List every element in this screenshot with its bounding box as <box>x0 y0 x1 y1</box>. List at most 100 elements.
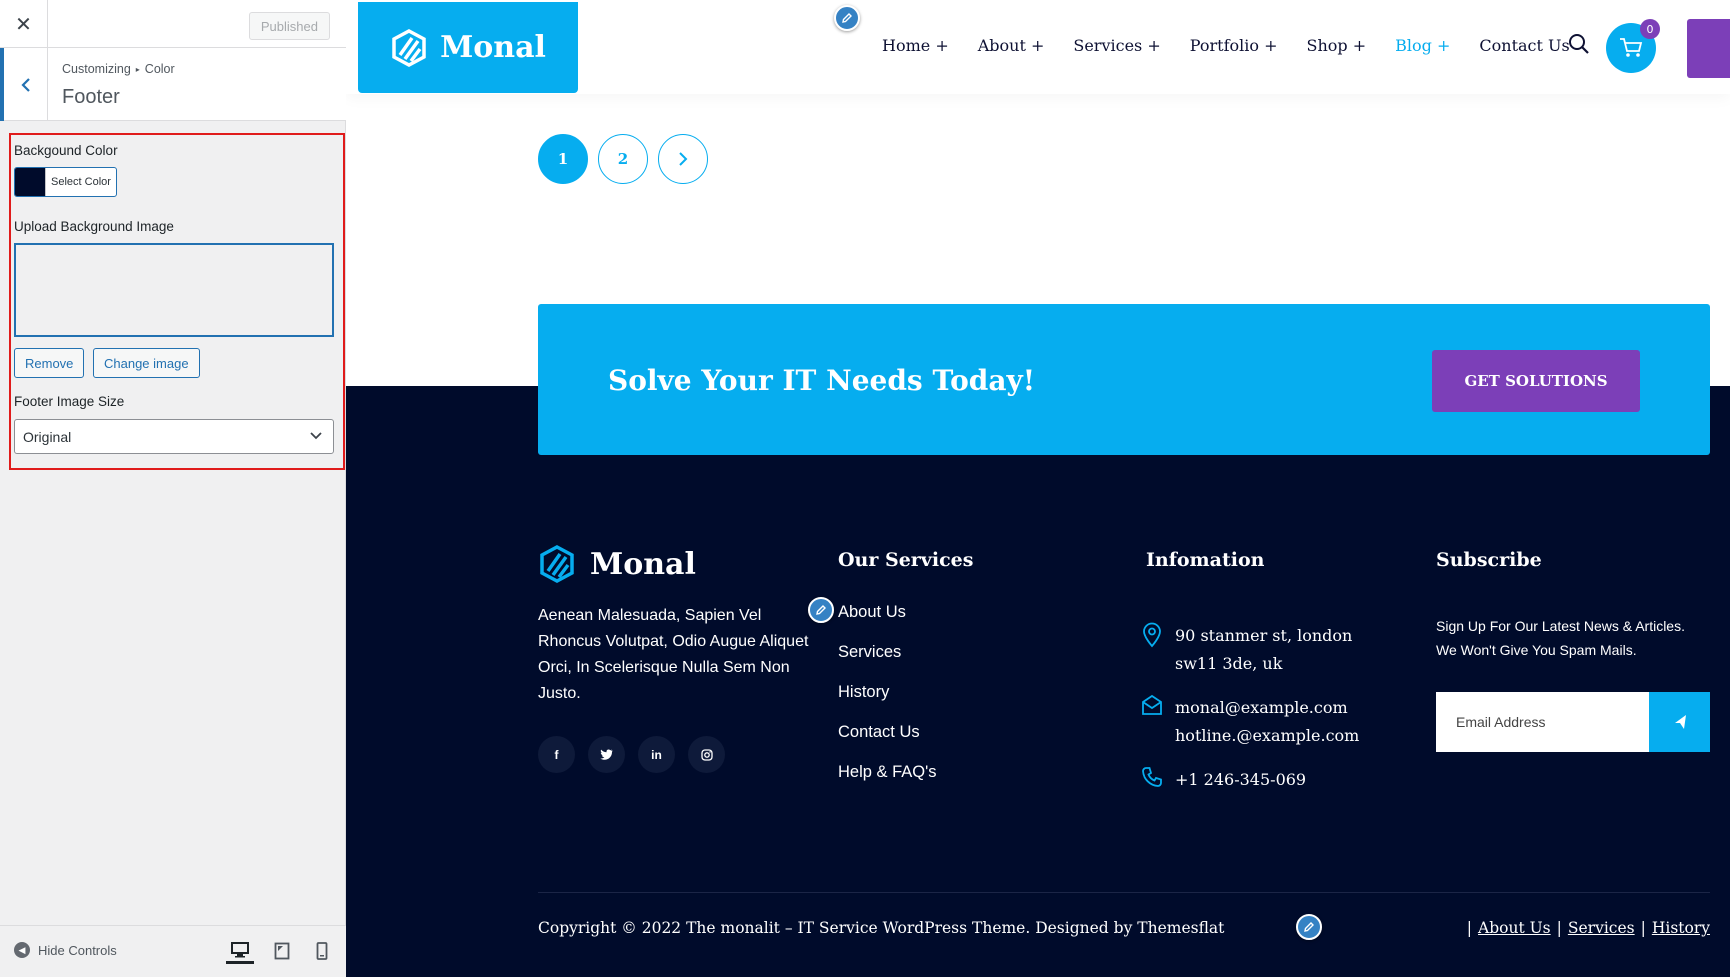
breadcrumb: Customizing ▸ Color <box>62 62 175 76</box>
cta-banner: Solve Your IT Needs Today! GET SOLUTIONS <box>538 304 1710 455</box>
footer-link-help-faq[interactable]: Help & FAQ's <box>838 763 937 803</box>
nav-item-about[interactable]: About + <box>978 36 1045 55</box>
footer-image-size-select[interactable]: Original <box>14 419 334 454</box>
subscribe-heading: Subscribe <box>1436 549 1542 571</box>
services-heading: Our Services <box>838 549 974 571</box>
footer-divider <box>538 892 1710 893</box>
subscribe-email-input[interactable] <box>1436 692 1649 752</box>
address-row: 90 stanmer st, london sw11 3de, uk <box>1141 622 1352 678</box>
edit-pencil-icon[interactable] <box>834 5 860 31</box>
mobile-preview-icon[interactable] <box>308 938 336 964</box>
footer-link-history[interactable]: History <box>838 683 937 723</box>
desktop-preview-icon[interactable] <box>226 938 254 964</box>
breadcrumb-parent: Customizing <box>62 62 131 76</box>
page-button-2[interactable]: 2 <box>598 134 648 184</box>
pagination: 1 2 <box>538 134 708 184</box>
nav-item-blog[interactable]: Blog + <box>1395 36 1450 55</box>
email-2[interactable]: hotline.@example.com <box>1175 722 1359 750</box>
breadcrumb-section: Color <box>144 62 175 76</box>
logo-mark-icon <box>392 28 426 67</box>
search-icon[interactable] <box>1568 33 1590 55</box>
get-solutions-button[interactable]: GET SOLUTIONS <box>1432 350 1640 412</box>
bottom-link-history[interactable]: History <box>1652 919 1710 937</box>
address-line-2: sw11 3de, uk <box>1175 654 1283 673</box>
twitter-icon[interactable] <box>588 736 625 773</box>
footer-controls-panel: Backgound Color Select Color Upload Back… <box>9 133 345 470</box>
chevron-down-icon <box>310 432 322 440</box>
footer-link-services[interactable]: Services <box>838 643 937 683</box>
nav-item-shop[interactable]: Shop + <box>1307 36 1367 55</box>
bottom-link-services[interactable]: Services <box>1568 919 1635 937</box>
change-image-button[interactable]: Change image <box>93 348 200 378</box>
cart-count-badge: 0 <box>1640 19 1660 39</box>
select-color-label: Select Color <box>45 168 116 196</box>
facebook-icon[interactable]: f <box>538 736 575 773</box>
main-nav: Home + About + Services + Portfolio + Sh… <box>882 36 1599 55</box>
footer-logo-text: Monal <box>590 546 696 582</box>
link-separator: | <box>1556 919 1562 937</box>
social-links: f in <box>538 736 725 773</box>
hide-controls-button[interactable]: ◀ Hide Controls <box>14 942 117 958</box>
page-button-1[interactable]: 1 <box>538 134 588 184</box>
link-separator: | <box>1640 919 1646 937</box>
nav-item-contact[interactable]: Contact Us <box>1479 36 1569 55</box>
section-header: Customizing ▸ Color Footer <box>0 48 346 121</box>
mail-icon <box>1142 694 1162 715</box>
customizer-footer: ◀ Hide Controls <box>0 925 346 977</box>
linkedin-icon[interactable]: in <box>638 736 675 773</box>
footer-link-contact-us[interactable]: Contact Us <box>838 723 937 763</box>
location-pin-icon <box>1143 622 1161 648</box>
bottom-link-about-us[interactable]: About Us <box>1478 919 1551 937</box>
services-list: About Us Services History Contact Us Hel… <box>838 603 937 803</box>
subscribe-submit-button[interactable] <box>1649 692 1710 752</box>
customizer-sidebar: ✕ Published Customizing ▸ Color Footer Bac… <box>0 0 346 977</box>
published-button[interactable]: Published <box>248 12 330 40</box>
send-icon <box>1674 715 1686 729</box>
copyright-text: Copyright © 2022 The monalit – IT Servic… <box>538 919 1225 937</box>
footer-link-about-us[interactable]: About Us <box>838 603 937 643</box>
information-heading: Infomation <box>1146 549 1265 571</box>
section-title: Footer <box>62 86 120 108</box>
phone-row: +1 246-345-069 <box>1141 766 1306 794</box>
nav-item-services[interactable]: Services + <box>1073 36 1160 55</box>
collapse-icon: ◀ <box>14 942 30 958</box>
chevron-right-icon <box>679 152 688 166</box>
next-page-button[interactable] <box>658 134 708 184</box>
phone-text[interactable]: +1 246-345-069 <box>1175 766 1306 794</box>
background-image-preview[interactable] <box>14 243 334 337</box>
nav-item-portfolio[interactable]: Portfolio + <box>1190 36 1278 55</box>
tablet-preview-icon[interactable] <box>268 938 296 964</box>
remove-image-button[interactable]: Remove <box>14 348 85 378</box>
nav-item-home[interactable]: Home + <box>882 36 949 55</box>
cart-icon <box>1620 38 1643 57</box>
email-row: monal@example.com hotline.@example.com <box>1141 694 1359 750</box>
link-separator: | <box>1466 919 1473 937</box>
subscribe-line-1: Sign Up For Our Latest News & Articles. <box>1436 618 1685 634</box>
background-color-label: Backgound Color <box>14 143 118 158</box>
footer-logo[interactable]: Monal <box>538 545 696 583</box>
phone-icon <box>1142 767 1162 787</box>
site-logo[interactable]: Monal <box>358 2 578 93</box>
footer-about-text: Aenean Malesuada, Sapien Vel Rhoncus Vol… <box>538 607 809 702</box>
instagram-icon[interactable] <box>688 736 725 773</box>
edit-pencil-icon[interactable] <box>1296 914 1322 940</box>
address-text: 90 stanmer st, london sw11 3de, uk <box>1175 622 1352 678</box>
color-picker-button[interactable]: Select Color <box>14 167 117 197</box>
back-button[interactable] <box>0 48 48 121</box>
edit-pencil-icon[interactable] <box>808 597 834 623</box>
cta-title: Solve Your IT Needs Today! <box>608 364 1036 397</box>
email-text: monal@example.com hotline.@example.com <box>1175 694 1359 750</box>
chevron-left-icon <box>20 77 30 92</box>
breadcrumb-separator-icon: ▸ <box>135 65 140 75</box>
footer-image-size-value: Original <box>23 428 72 445</box>
footer-image-size-label: Footer Image Size <box>14 394 125 409</box>
header-cta-button[interactable] <box>1687 19 1730 78</box>
customizer-header: ✕ Published <box>0 0 346 48</box>
subscribe-text: Sign Up For Our Latest News & Articles. … <box>1436 614 1685 662</box>
color-swatch <box>15 168 45 196</box>
close-icon[interactable]: ✕ <box>0 0 48 48</box>
subscribe-line-2: We Won't Give You Spam Mails. <box>1436 642 1637 658</box>
footer-bottom-links: | About Us | Services | History <box>1461 919 1710 937</box>
logo-text: Monal <box>440 30 546 65</box>
email-1[interactable]: monal@example.com <box>1175 694 1359 722</box>
